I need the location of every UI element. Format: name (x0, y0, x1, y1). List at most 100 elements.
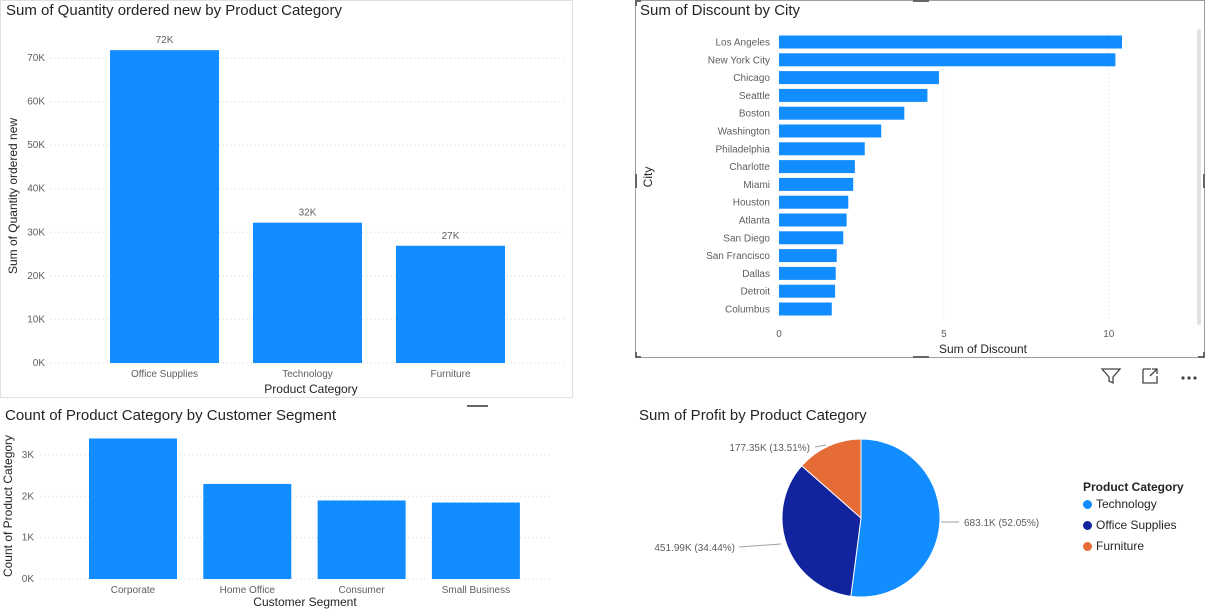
pie-slice (850, 438, 941, 598)
bar (89, 438, 177, 579)
x-axis-title: Sum of Discount (939, 342, 1028, 356)
bar (779, 302, 832, 316)
y-tick-label: 2K (22, 491, 35, 502)
leader-line (738, 543, 782, 548)
quantity-chart-panel[interactable]: Sum of Quantity ordered new by Product C… (0, 0, 573, 398)
resize-handle-left[interactable] (635, 174, 637, 188)
data-label: 72K (156, 35, 174, 46)
quantity-bar-chart: 0K 10K 20K 30K 40K 50K 60K 70K 72K Office Supplie… (6, 35, 567, 396)
y-tick-label: 50K (27, 140, 45, 151)
y-tick-label: Atlanta (739, 216, 771, 227)
y-tick-label: New York City (708, 55, 770, 66)
x-axis-title: Customer Segment (253, 595, 357, 609)
bar (110, 50, 219, 364)
legend-label: Office Supplies (1096, 518, 1177, 532)
bar (779, 35, 1122, 49)
y-axis-title: Sum of Quantity ordered new (6, 118, 20, 274)
bar (779, 106, 905, 120)
bar (203, 483, 292, 579)
bar (317, 500, 406, 579)
segment-bar-chart: 0K1K2K3KCorporate Home Office Consumer Smal… (1, 435, 552, 609)
scrollbar[interactable] (1197, 29, 1201, 325)
y-tick-label: Houston (733, 198, 770, 209)
y-tick-label: Columbus (725, 305, 770, 316)
resize-corner-tl[interactable] (635, 0, 637, 6)
bar (779, 177, 854, 191)
y-tick-label: 40K (27, 184, 45, 195)
y-tick-label: San Francisco (706, 251, 770, 262)
segment-chart-panel[interactable]: Count of Product Category by Customer Se… (0, 404, 560, 609)
y-axis-title: City (641, 167, 655, 188)
bar (779, 88, 928, 102)
y-tick-label: Charlotte (729, 162, 770, 173)
x-tick-label: Corporate (111, 585, 156, 596)
x-tick-label: Small Business (442, 585, 510, 596)
legend-dot (1083, 541, 1092, 551)
y-tick-label: 20K (27, 271, 45, 282)
y-tick-label: 0K (22, 574, 35, 585)
discount-bar-chart: 0 5 10 Los Angeles New York City Chicago Seatt… (641, 33, 1122, 356)
x-tick-label: 0 (776, 329, 782, 340)
y-tick-label: Dallas (742, 269, 770, 280)
discount-chart-panel[interactable]: Sum of Discount by City 0 5 10 Los Angeles N… (635, 0, 1205, 358)
bar (779, 213, 847, 227)
bar (779, 53, 1116, 67)
x-tick-label: 10 (1103, 329, 1115, 340)
leader-line (814, 444, 827, 448)
y-tick-label: Detroit (741, 287, 771, 298)
y-tick-label: 0K (33, 358, 46, 369)
legend-label: Furniture (1096, 539, 1145, 553)
y-tick-label: 10K (27, 314, 45, 325)
legend-dot (1083, 520, 1092, 530)
y-tick-label: 3K (22, 450, 35, 461)
legend-item-office-supplies[interactable]: Office Supplies (1083, 518, 1177, 532)
y-tick-label: San Diego (723, 233, 770, 244)
y-tick-label: Boston (739, 109, 770, 120)
data-label: 27K (442, 231, 460, 242)
x-axis-title: Product Category (264, 382, 357, 396)
bar (779, 231, 844, 245)
y-tick-label: 60K (27, 97, 45, 108)
bar (779, 142, 865, 156)
legend-dot (1083, 499, 1092, 509)
bar (396, 245, 505, 363)
bar (779, 249, 837, 263)
resize-corner-bl[interactable] (635, 352, 637, 358)
data-label: 32K (299, 208, 317, 219)
bar (253, 222, 362, 363)
legend-item-technology[interactable]: Technology (1083, 497, 1157, 511)
y-tick-label: Philadelphia (716, 144, 771, 155)
legend-item-furniture[interactable]: Furniture (1083, 539, 1144, 553)
bar (431, 502, 520, 579)
y-tick-label: 1K (22, 533, 35, 544)
data-label: 177.35K (13.51%) (729, 443, 810, 454)
x-tick-label: Technology (282, 369, 333, 380)
profit-pie-panel[interactable]: Sum of Profit by Product Category 683.1K… (635, 404, 1205, 609)
filter-icon[interactable] (1100, 365, 1122, 387)
y-tick-label: 70K (27, 53, 45, 64)
data-label: 451.99K (34.44%) (654, 543, 735, 554)
y-tick-label: Seattle (739, 91, 771, 102)
legend-title: Product Category (1083, 480, 1184, 494)
bar (779, 266, 836, 280)
more-options-icon[interactable] (1178, 365, 1200, 387)
x-tick-label: Furniture (430, 369, 470, 380)
focus-mode-icon[interactable] (1139, 365, 1161, 387)
bar (779, 284, 836, 298)
y-tick-label: Washington (718, 127, 770, 138)
y-tick-label: Los Angeles (716, 38, 771, 49)
bar (779, 160, 855, 174)
bar (779, 71, 939, 85)
bar (779, 195, 849, 209)
y-axis-title: Count of Product Category (1, 435, 15, 577)
legend-label: Technology (1096, 497, 1157, 511)
x-tick-label: 5 (941, 329, 947, 340)
bar (779, 124, 882, 138)
y-tick-label: Chicago (733, 73, 770, 84)
resize-handle-bottom[interactable] (913, 356, 929, 358)
resize-handle-top[interactable] (913, 0, 929, 2)
y-tick-label: Miami (743, 180, 770, 191)
y-tick-label: 30K (27, 227, 45, 238)
data-label: 683.1K (52.05%) (964, 518, 1039, 529)
x-tick-label: Office Supplies (131, 369, 198, 380)
